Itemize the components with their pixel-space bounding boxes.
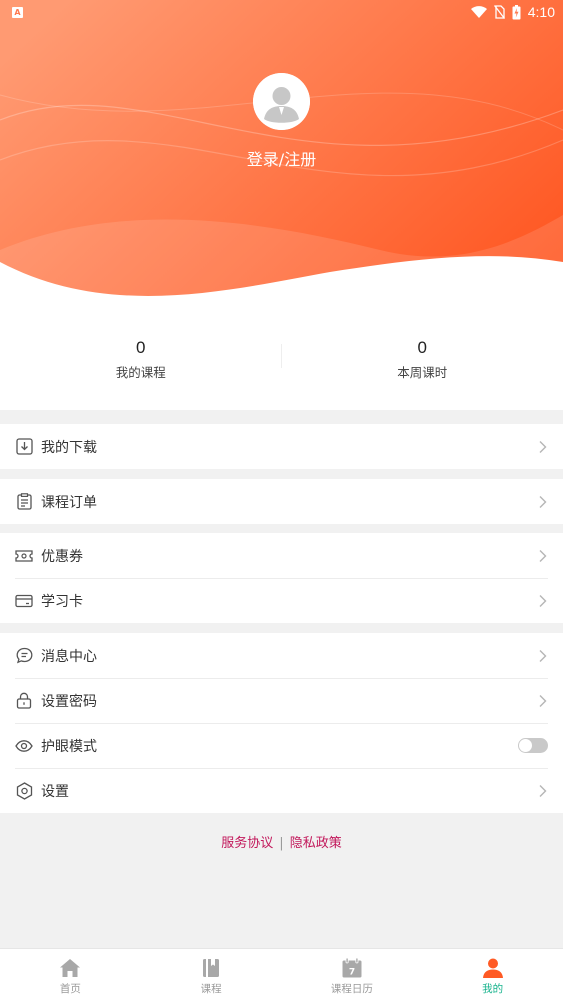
menu-item-set-password[interactable]: 设置密码 [0,678,563,723]
menu-group-orders: 课程订单 [0,479,563,524]
menu-label: 我的下载 [41,439,97,456]
chevron-right-icon [539,594,547,607]
lock-icon [15,692,33,710]
download-icon [15,438,33,456]
no-sim-icon [493,5,505,19]
coupon-icon [15,547,33,565]
battery-charging-icon [512,4,521,19]
menu-group-downloads: 我的下载 [0,424,563,469]
card-icon [15,592,33,610]
menu-item-eye-mode: 护眼模式 [0,723,563,768]
menu-item-settings[interactable]: 设置 [0,768,563,813]
menu-label: 消息中心 [41,648,97,665]
book-icon [203,959,220,977]
profile-header: A 4:10 登录/注册 [0,0,563,310]
bottom-tab-bar: 首页 课程 7 课程日历 我的 [0,948,563,1002]
eye-mode-toggle[interactable] [518,738,548,753]
legal-links: 服务协议 | 隐私政策 [0,832,563,851]
menu-label: 护眼模式 [41,738,97,755]
login-register-link[interactable]: 登录/注册 [0,146,563,170]
chevron-right-icon [539,649,547,662]
menu-label: 设置 [41,783,69,800]
clipboard-icon [15,493,33,511]
chevron-right-icon [539,440,547,453]
tab-calendar[interactable]: 7 课程日历 [282,949,423,1002]
stat-my-courses[interactable]: 0 我的课程 [0,310,282,410]
tab-courses[interactable]: 课程 [141,949,282,1002]
home-icon [60,959,81,977]
link-separator: | [279,836,284,851]
menu-item-messages[interactable]: 消息中心 [0,633,563,678]
stat-label: 我的课程 [115,365,166,380]
calendar-icon: 7 [342,957,362,978]
menu-label: 学习卡 [41,593,83,610]
menu-label: 课程订单 [41,494,97,511]
settings-hexagon-icon [15,781,33,800]
service-agreement-link[interactable]: 服务协议 [221,836,273,851]
stat-label: 本周课时 [397,365,448,380]
menu-item-orders[interactable]: 课程订单 [0,479,563,524]
status-bar: A 4:10 [0,0,563,24]
tab-home[interactable]: 首页 [0,949,141,1002]
default-avatar-icon [253,73,310,130]
tab-label: 课程 [200,983,222,995]
person-icon [482,958,503,978]
chevron-right-icon [539,495,547,508]
menu-item-downloads[interactable]: 我的下载 [0,424,563,469]
stats-panel: 0 我的课程 0 本周课时 [0,310,563,410]
menu-item-coupons[interactable]: 优惠券 [0,533,563,578]
status-time: 4:10 [527,4,555,20]
calendar-day-number: 7 [349,968,355,978]
privacy-policy-link[interactable]: 隐私政策 [290,836,342,851]
tab-label: 课程日历 [330,983,373,995]
chevron-right-icon [539,549,547,562]
message-icon [15,647,33,665]
chevron-right-icon [539,784,547,797]
app-notification-icon: A [12,6,23,18]
stat-weekly-hours[interactable]: 0 本周课时 [282,310,563,410]
tab-label: 首页 [59,983,81,995]
menu-label: 设置密码 [41,693,97,710]
menu-group-settings: 消息中心 设置密码 护眼模式 设置 [0,633,563,813]
tab-mine[interactable]: 我的 [422,949,563,1002]
wifi-icon [470,5,487,18]
menu-label: 优惠券 [41,548,83,565]
eye-icon [15,737,33,755]
tab-label: 我的 [482,983,504,995]
avatar[interactable] [253,73,310,130]
chevron-right-icon [539,694,547,707]
menu-item-study-card[interactable]: 学习卡 [0,578,563,623]
stat-value: 0 [136,338,146,357]
menu-group-wallet: 优惠券 学习卡 [0,533,563,623]
stat-value: 0 [417,338,427,357]
